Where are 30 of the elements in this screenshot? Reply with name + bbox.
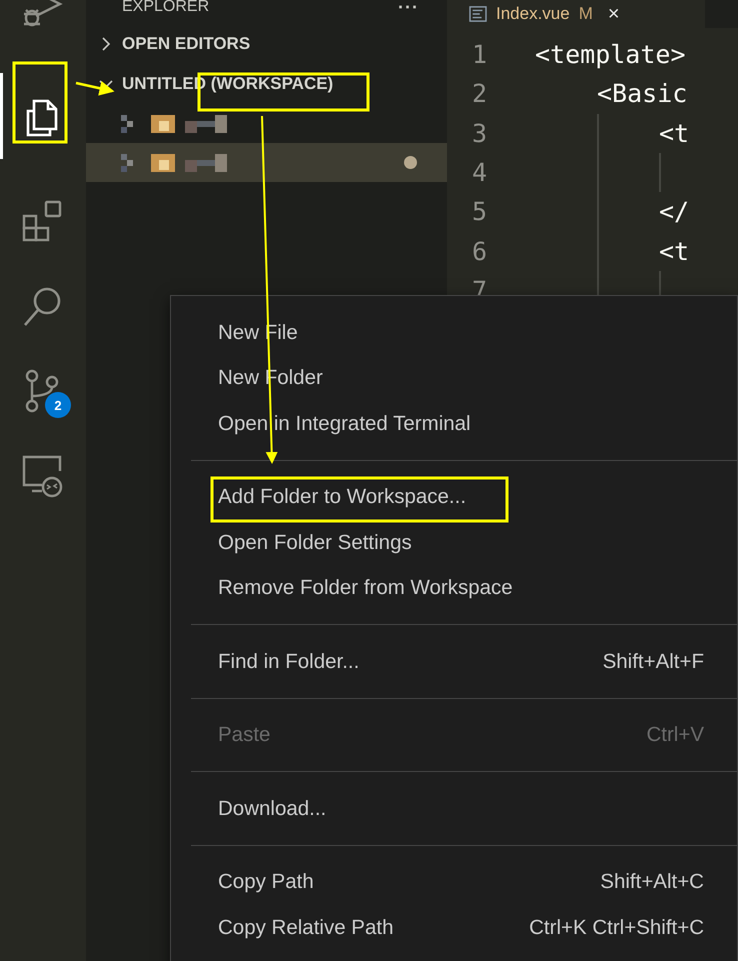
explorer-title: EXPLORER [122, 0, 210, 16]
code-text: <Basic [597, 79, 688, 108]
line-number: 5 [470, 197, 488, 226]
line-number: 6 [470, 236, 488, 266]
modified-status-label: M [578, 4, 593, 24]
menu-item[interactable]: Download... [171, 786, 737, 832]
file-name: Index.vue [496, 4, 570, 24]
menu-item[interactable]: Remove Folder from Workspace [171, 566, 737, 611]
line-number: 4 [470, 158, 488, 188]
code-text: <template> [535, 40, 686, 70]
menu-item[interactable]: Add Folder to Workspace... [171, 474, 737, 520]
modified-dot [404, 156, 417, 169]
line-number: 2 [470, 79, 488, 108]
code-text: <t [659, 118, 690, 148]
line-number: 1 [470, 40, 488, 70]
section-header[interactable]: OPEN EDITORS [86, 24, 447, 64]
code-text: <t [659, 236, 690, 266]
line-number: 3 [470, 118, 488, 148]
annotation-arrow [76, 80, 114, 96]
editor-tab[interactable]: Index.vue M × [447, 0, 705, 28]
menu-item[interactable]: Find in Folder... Shift+Alt+F [171, 639, 737, 684]
close-button[interactable]: × [608, 2, 620, 26]
menu-item[interactable]: Copy Path Shift+Alt+C [171, 860, 737, 905]
code-text: </ [659, 197, 690, 226]
menu-item[interactable]: Open in Integrated Terminal [171, 401, 737, 446]
more-actions-button[interactable]: ··· [398, 0, 419, 18]
file-icon [469, 6, 487, 22]
menu-item[interactable]: Open Folder Settings [171, 520, 737, 566]
count-badge: 2 [45, 392, 71, 418]
menu-item[interactable]: Copy Relative Path Ctrl+K Ctrl+Shift+C [171, 905, 737, 950]
